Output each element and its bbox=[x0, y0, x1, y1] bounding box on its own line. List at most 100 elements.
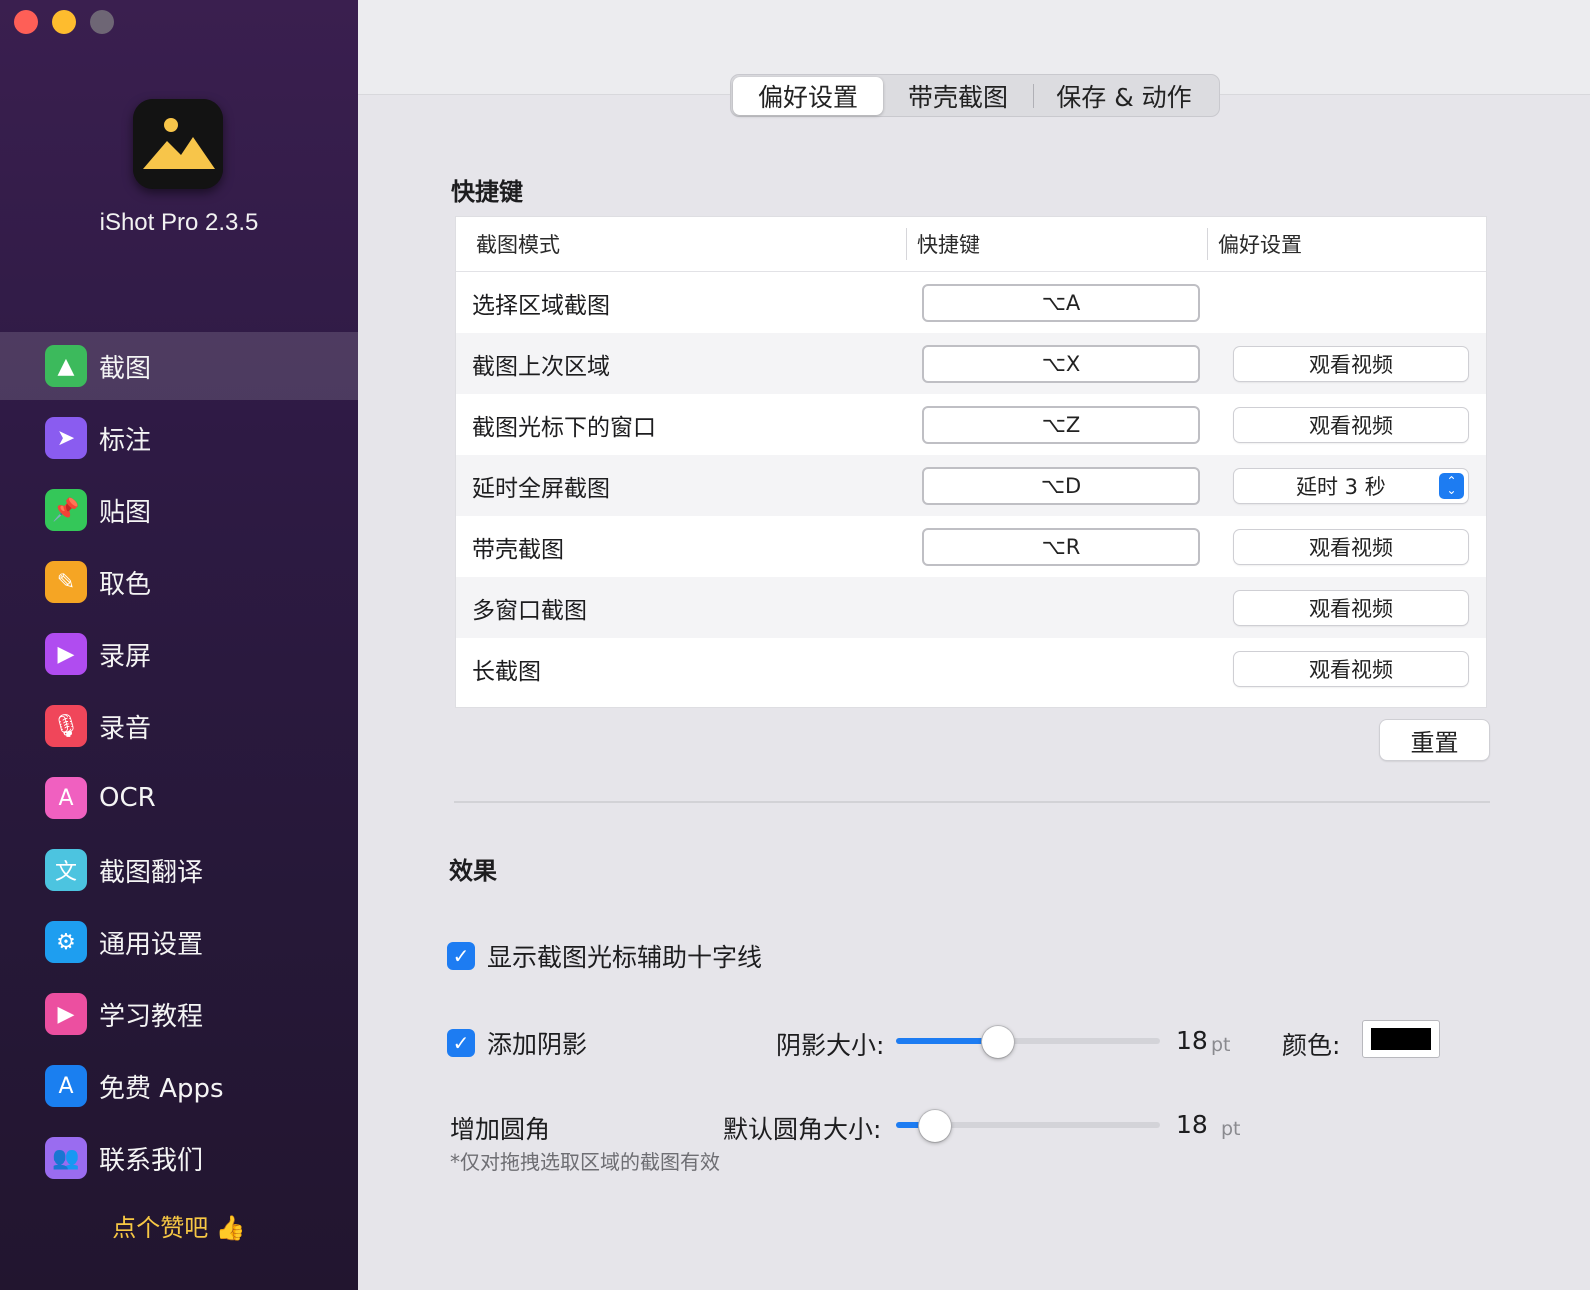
column-header-shortcut[interactable]: 快捷键 bbox=[907, 217, 1207, 272]
sidebar-item-0[interactable]: ▲ 截图 bbox=[0, 332, 358, 400]
sidebar-item-label: 联系我们 bbox=[99, 1145, 204, 1176]
mode-name: 长截图 bbox=[472, 658, 541, 685]
mode-name: 延时全屏截图 bbox=[472, 475, 610, 502]
shadow-size-slider[interactable] bbox=[896, 1026, 1160, 1058]
video-icon: ▶ bbox=[45, 633, 87, 675]
slider-knob[interactable] bbox=[982, 1026, 1014, 1058]
shortcut-cell: ⌥R bbox=[906, 527, 1216, 566]
screenshot-icon: ▲ bbox=[45, 345, 87, 387]
shortcut-cell: ⌥Z bbox=[906, 405, 1216, 444]
main-panel: 偏好设置 带壳截图 保存 & 动作 快捷键 截图模式 快捷键 偏好设置 选择区域… bbox=[358, 0, 1590, 1290]
mode-name: 截图上次区域 bbox=[472, 353, 610, 380]
sidebar-item-label: 截图 bbox=[99, 353, 152, 384]
ocr-icon: A bbox=[45, 777, 87, 819]
shadow-label: 添加阴影 bbox=[487, 1030, 588, 1059]
sidebar-item-label: 标注 bbox=[99, 425, 152, 456]
section-divider bbox=[454, 801, 1490, 803]
preference-cell: 观看视频 bbox=[1216, 590, 1486, 625]
sidebar-item-9[interactable]: ▶ 学习教程 bbox=[0, 980, 358, 1048]
settings-tabs: 偏好设置 带壳截图 保存 & 动作 bbox=[730, 74, 1220, 117]
crosshair-checkbox[interactable]: ✓ bbox=[447, 942, 475, 970]
corner-size-slider[interactable] bbox=[896, 1110, 1160, 1142]
shortcut-recorder[interactable]: ⌥X bbox=[922, 344, 1200, 383]
table-row: 多窗口截图 观看视频 bbox=[456, 577, 1486, 638]
microphone-icon: 🎙 bbox=[45, 705, 87, 747]
translate-icon: 文 bbox=[45, 849, 87, 891]
tab-device-frame-screenshot[interactable]: 带壳截图 bbox=[883, 77, 1033, 115]
window-controls bbox=[14, 10, 114, 34]
pin-icon: 📌 bbox=[45, 489, 87, 531]
close-window-button[interactable] bbox=[14, 10, 38, 34]
column-header-mode[interactable]: 截图模式 bbox=[456, 217, 906, 272]
shortcut-recorder[interactable]: ⌥R bbox=[922, 527, 1200, 566]
shadow-size-unit: pt bbox=[1211, 1034, 1231, 1056]
like-link[interactable]: 点个赞吧 👍 bbox=[0, 1208, 358, 1243]
shortcut-recorder[interactable]: ⌥D bbox=[922, 466, 1200, 505]
corner-radius-label: 增加圆角 bbox=[450, 1115, 551, 1144]
table-row: 延时全屏截图 ⌥D 延时 3 秒 ⌃ ⌄ bbox=[456, 455, 1486, 516]
shortcut-cell: ⌥A bbox=[906, 283, 1216, 322]
sidebar-item-label: OCR bbox=[99, 783, 156, 813]
mode-name: 选择区域截图 bbox=[472, 292, 610, 319]
sidebar-item-5[interactable]: 🎙 录音 bbox=[0, 692, 358, 760]
sidebar-item-4[interactable]: ▶ 录屏 bbox=[0, 620, 358, 688]
reset-button[interactable]: 重置 bbox=[1380, 720, 1489, 760]
delay-select-value: 延时 3 秒 bbox=[1296, 474, 1386, 499]
app-logo-icon bbox=[133, 99, 223, 189]
app-name: iShot Pro 2.3.5 bbox=[99, 209, 259, 236]
pointer-icon: ➤ bbox=[45, 417, 87, 459]
column-header-preference[interactable]: 偏好设置 bbox=[1208, 217, 1478, 272]
preference-cell: 观看视频 bbox=[1216, 407, 1486, 442]
crosshair-label: 显示截图光标辅助十字线 bbox=[487, 943, 763, 972]
sidebar-item-11[interactable]: 👥 联系我们 bbox=[0, 1124, 358, 1192]
sidebar-item-8[interactable]: ⚙ 通用设置 bbox=[0, 908, 358, 976]
watch-video-button[interactable]: 观看视频 bbox=[1234, 529, 1468, 564]
shortcut-recorder[interactable]: ⌥A bbox=[922, 283, 1200, 322]
sidebar-nav: ▲ 截图 ➤ 标注 📌 贴图 ✎ 取色 ▶ 录屏 🎙 录音 A OCR 文截图翻译 ⚙ 通用设置 ▶ 学习教程 A 免费… bbox=[0, 332, 358, 1196]
sidebar-item-10[interactable]: A 免费 Apps bbox=[0, 1052, 358, 1120]
shortcut-recorder[interactable]: ⌥Z bbox=[922, 405, 1200, 444]
watch-video-button[interactable]: 观看视频 bbox=[1234, 590, 1468, 625]
shadow-color-label: 颜色: bbox=[1282, 1031, 1341, 1060]
tab-preferences[interactable]: 偏好设置 bbox=[733, 76, 883, 115]
mode-name: 截图光标下的窗口 bbox=[472, 414, 656, 441]
corner-radius-note: *仅对拖拽选取区域的截图有效 bbox=[450, 1150, 720, 1174]
sidebar-item-1[interactable]: ➤ 标注 bbox=[0, 404, 358, 472]
shadow-color-swatch bbox=[1371, 1028, 1431, 1050]
watch-video-button[interactable]: 观看视频 bbox=[1234, 407, 1468, 442]
sidebar: iShot Pro 2.3.5 ▲ 截图 ➤ 标注 📌 贴图 ✎ 取色 ▶ 录屏 🎙 录音 A OCR 文截… bbox=[0, 0, 358, 1290]
delay-select[interactable]: 延时 3 秒 ⌃ ⌄ bbox=[1234, 468, 1468, 503]
shadow-size-value: 18 bbox=[1176, 1026, 1208, 1055]
table-row: 长截图 观看视频 bbox=[456, 638, 1486, 699]
chevron-up-down-icon: ⌃ ⌄ bbox=[1439, 472, 1464, 499]
shadow-option[interactable]: ✓ 添加阴影 bbox=[447, 1025, 587, 1061]
preference-cell: 观看视频 bbox=[1216, 651, 1486, 686]
sidebar-item-3[interactable]: ✎ 取色 bbox=[0, 548, 358, 616]
shadow-color-well[interactable] bbox=[1362, 1020, 1440, 1058]
watch-video-button[interactable]: 观看视频 bbox=[1234, 346, 1468, 381]
slider-knob[interactable] bbox=[919, 1110, 951, 1142]
shadow-size-label: 阴影大小: bbox=[776, 1031, 885, 1060]
table-header: 截图模式 快捷键 偏好设置 bbox=[456, 217, 1486, 272]
sidebar-item-label: 贴图 bbox=[99, 497, 152, 528]
zoom-window-button[interactable] bbox=[90, 10, 114, 34]
sidebar-item-label: 取色 bbox=[99, 569, 152, 600]
gear-icon: ⚙ bbox=[45, 921, 87, 963]
preference-cell: 观看视频 bbox=[1216, 346, 1486, 381]
table-body: 选择区域截图 ⌥A 截图上次区域 ⌥X 观看视频 截图光标下的窗口 ⌥Z 观看视频 延时全屏截图… bbox=[456, 272, 1486, 699]
corner-size-unit: pt bbox=[1221, 1118, 1241, 1140]
table-row: 带壳截图 ⌥R 观看视频 bbox=[456, 516, 1486, 577]
sidebar-item-6[interactable]: A OCR bbox=[0, 764, 358, 832]
sidebar-item-label: 录屏 bbox=[99, 641, 152, 672]
sidebar-item-label: 学习教程 bbox=[99, 1001, 204, 1032]
tab-save-actions[interactable]: 保存 & 动作 bbox=[1034, 77, 1214, 115]
sidebar-item-2[interactable]: 📌 贴图 bbox=[0, 476, 358, 544]
effects-section-title: 效果 bbox=[449, 857, 497, 885]
crosshair-option[interactable]: ✓ 显示截图光标辅助十字线 bbox=[447, 938, 762, 974]
shadow-checkbox[interactable]: ✓ bbox=[447, 1029, 475, 1057]
sidebar-item-label: 录音 bbox=[99, 713, 152, 744]
watch-video-button[interactable]: 观看视频 bbox=[1234, 651, 1468, 686]
sidebar-item-label: 免费 Apps bbox=[99, 1073, 224, 1104]
sidebar-item-7[interactable]: 文截图翻译 bbox=[0, 836, 358, 904]
minimize-window-button[interactable] bbox=[52, 10, 76, 34]
